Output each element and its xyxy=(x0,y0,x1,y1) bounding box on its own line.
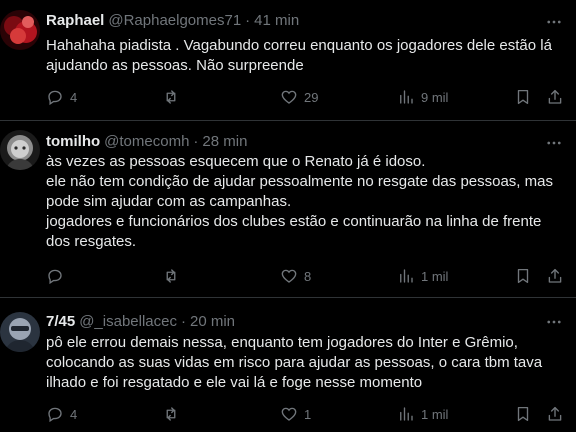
repost-button[interactable] xyxy=(162,86,186,108)
tweet-line: pô ele errou demais nessa, enquanto tem … xyxy=(46,334,518,351)
views-button[interactable]: 9 mil xyxy=(397,86,448,108)
tweet-line: Hahahaha piadista . Vagabundo correu enq… xyxy=(46,37,552,54)
tweet-text: pô ele errou demais nessa, enquanto tem … xyxy=(46,333,566,393)
separator-dot: · xyxy=(245,12,251,29)
views-count: 1 mil xyxy=(421,268,449,284)
heart-icon xyxy=(281,407,297,421)
repost-button[interactable] xyxy=(162,265,186,287)
bookmark-button[interactable] xyxy=(514,403,532,425)
separator-dot: · xyxy=(180,313,186,330)
share-button[interactable] xyxy=(546,265,564,287)
heart-icon xyxy=(281,269,297,283)
bookmark-icon xyxy=(517,406,529,422)
separator-dot: · xyxy=(193,133,199,150)
tweet-3[interactable]: 7/45 @_isabellacec · 20 min pô ele errou… xyxy=(0,298,576,432)
tweet-line: colocando as suas vidas em risco para aj… xyxy=(46,354,543,371)
bar-chart-icon xyxy=(400,269,413,283)
tweet-line: ajudando as pessoas. Não surpreende xyxy=(46,57,304,74)
tweet-line: pode sim ajudar com as campanhas. xyxy=(46,193,292,210)
share-button[interactable] xyxy=(546,403,564,425)
timestamp[interactable]: 20 min xyxy=(190,313,235,330)
tweet-1[interactable]: Raphael @Raphaelgomes71 · 41 min Hahahah… xyxy=(0,0,576,120)
more-options-button[interactable] xyxy=(544,12,564,32)
reply-count: 4 xyxy=(70,89,78,105)
views-count: 9 mil xyxy=(421,89,449,105)
action-bar: 8 1 mil xyxy=(46,265,566,287)
reply-button[interactable]: 4 xyxy=(46,403,77,425)
tweet-line: dos resgates. xyxy=(46,233,137,250)
more-options-button[interactable] xyxy=(544,133,564,153)
avatar[interactable] xyxy=(0,130,40,170)
bar-chart-icon xyxy=(400,90,413,104)
timestamp[interactable]: 28 min xyxy=(202,133,247,150)
like-count: 8 xyxy=(304,268,312,284)
speech-bubble-icon xyxy=(48,269,62,285)
user-handle[interactable]: @Raphaelgomes71 xyxy=(108,12,241,29)
timestamp[interactable]: 41 min xyxy=(254,12,299,29)
repost-button[interactable] xyxy=(162,403,186,425)
avatar[interactable] xyxy=(0,312,40,352)
like-count: 1 xyxy=(304,406,312,422)
views-button[interactable]: 1 mil xyxy=(397,403,448,425)
tweet-header: tomilho @tomecomh · 28 min xyxy=(46,133,247,153)
display-name[interactable]: 7/45 xyxy=(46,313,75,330)
bookmark-icon xyxy=(517,89,529,105)
reply-feed: Raphael @Raphaelgomes71 · 41 min Hahahah… xyxy=(0,0,576,432)
tweet-line: às vezes as pessoas esquecem que o Renat… xyxy=(46,153,426,170)
repost-icon xyxy=(166,90,176,104)
views-count: 1 mil xyxy=(421,406,449,422)
tweet-2[interactable]: tomilho @tomecomh · 28 min às vezes as p… xyxy=(0,121,576,297)
heart-icon xyxy=(281,90,297,104)
more-dots-icon xyxy=(547,20,561,24)
bookmark-icon xyxy=(517,268,529,284)
user-handle[interactable]: @tomecomh xyxy=(104,133,189,150)
repost-icon xyxy=(166,407,176,421)
tweet-text: Hahahaha piadista . Vagabundo correu enq… xyxy=(46,36,566,76)
action-bar: 4 1 1 mil xyxy=(46,403,566,425)
repost-icon xyxy=(166,269,176,283)
bookmark-button[interactable] xyxy=(514,86,532,108)
tweet-header: Raphael @Raphaelgomes71 · 41 min xyxy=(46,12,299,32)
tweet-header: 7/45 @_isabellacec · 20 min xyxy=(46,313,235,333)
action-bar: 4 29 9 mil xyxy=(46,86,566,108)
more-dots-icon xyxy=(547,320,561,324)
like-button[interactable]: 1 xyxy=(280,403,311,425)
reply-count: 4 xyxy=(70,406,78,422)
tweet-line: jogadores e funcionários dos clubes estã… xyxy=(46,213,542,230)
display-name[interactable]: Raphael xyxy=(46,12,104,29)
like-button[interactable]: 8 xyxy=(280,265,311,287)
more-dots-icon xyxy=(547,141,561,145)
more-options-button[interactable] xyxy=(544,312,564,332)
reply-button[interactable]: 4 xyxy=(46,86,77,108)
tweet-text: às vezes as pessoas esquecem que o Renat… xyxy=(46,152,566,252)
share-icon xyxy=(548,406,562,421)
speech-bubble-icon xyxy=(48,407,62,423)
share-icon xyxy=(548,268,562,283)
tweet-line: ilhado e foi resgatado e ele vai lá e fo… xyxy=(46,374,423,391)
speech-bubble-icon xyxy=(48,90,62,106)
tweet-line: ele não tem condição de ajudar pessoalme… xyxy=(46,173,553,190)
share-button[interactable] xyxy=(546,86,564,108)
like-count: 29 xyxy=(304,89,319,105)
share-icon xyxy=(548,89,562,104)
display-name[interactable]: tomilho xyxy=(46,133,100,150)
reply-button[interactable] xyxy=(46,265,70,287)
bookmark-button[interactable] xyxy=(514,265,532,287)
user-handle[interactable]: @_isabellacec xyxy=(79,313,177,330)
views-button[interactable]: 1 mil xyxy=(397,265,448,287)
bar-chart-icon xyxy=(400,407,413,421)
like-button[interactable]: 29 xyxy=(280,86,318,108)
avatar[interactable] xyxy=(0,10,40,50)
